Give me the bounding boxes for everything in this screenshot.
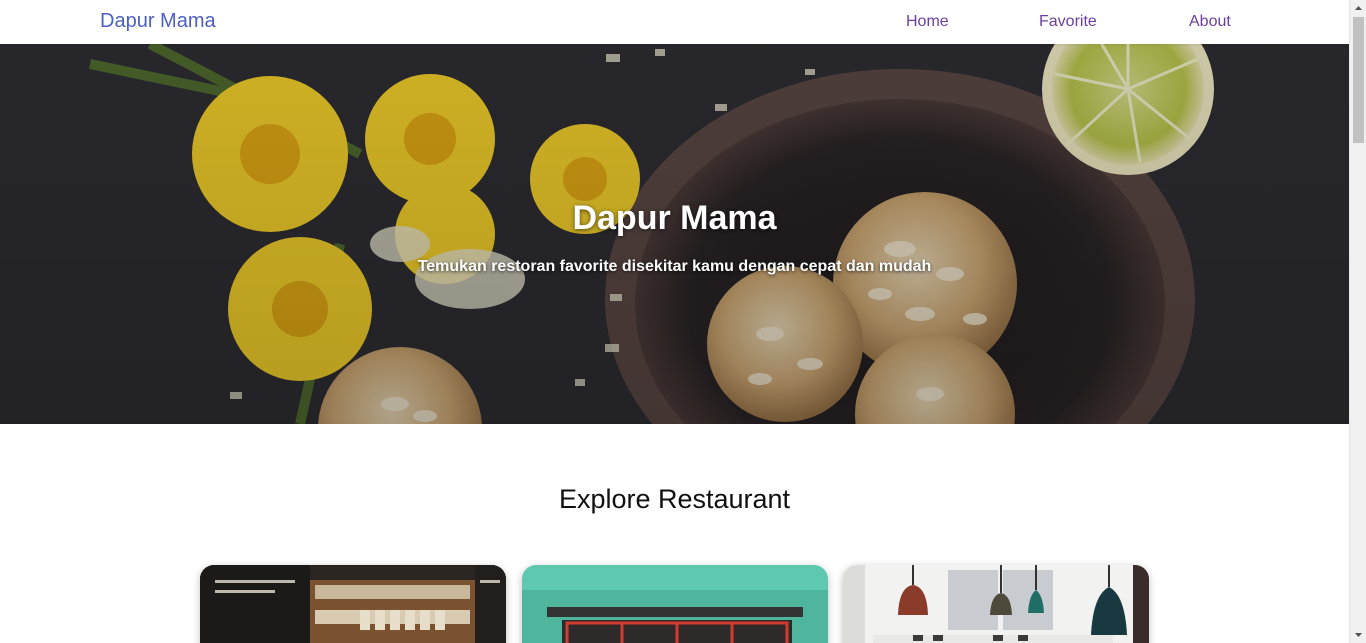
navbar: Dapur Mama Home Favorite About: [0, 0, 1349, 44]
page: Dapur Mama Home Favorite About Dapur Mam…: [0, 0, 1349, 643]
scroll-down-arrow-icon[interactable]: [1350, 626, 1366, 643]
nav-link-home[interactable]: Home: [906, 13, 949, 31]
restaurant-card-image: [522, 565, 828, 643]
explore-title: Explore Restaurant: [558, 484, 791, 514]
restaurant-card-image: [200, 565, 506, 643]
hero-tagline: Temukan restoran favorite disekitar kamu…: [417, 258, 932, 275]
restaurant-card[interactable]: [522, 565, 828, 643]
scrollbar-thumb[interactable]: [1353, 17, 1364, 143]
scroll-up-arrow-icon[interactable]: [1350, 0, 1366, 17]
restaurant-card[interactable]: [843, 565, 1149, 643]
nav-link-about[interactable]: About: [1189, 13, 1231, 31]
restaurant-card-image: [843, 565, 1149, 643]
hero: Dapur Mama Temukan restoran favorite dis…: [0, 44, 1349, 424]
hero-title: Dapur Mama: [572, 199, 777, 237]
nav-link-favorite[interactable]: Favorite: [1039, 13, 1097, 31]
brand-logo[interactable]: Dapur Mama: [100, 10, 216, 33]
restaurant-card[interactable]: [200, 565, 506, 643]
vertical-scrollbar[interactable]: [1349, 0, 1366, 643]
